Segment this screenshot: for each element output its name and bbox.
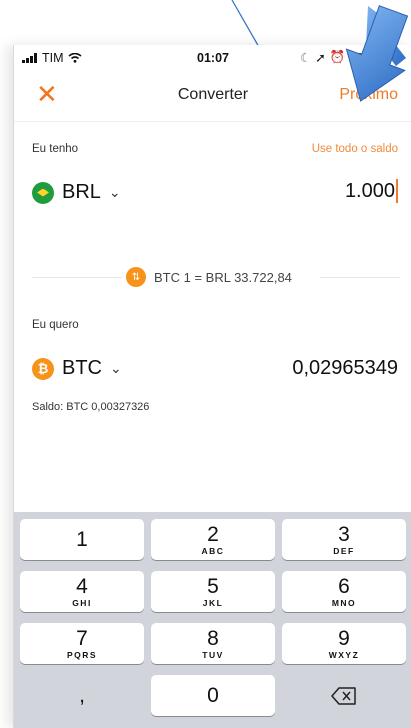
key-4[interactable]: 4 GHI (20, 571, 144, 612)
annotation-arrow-icon (345, 5, 409, 102)
swap-icon[interactable]: ⇅ (126, 267, 146, 287)
to-amount: 0,02965349 (292, 357, 398, 379)
btc-balance: Saldo: BTC 0,00327326 (32, 401, 150, 413)
key-3[interactable]: 3 DEF (282, 519, 406, 560)
use-all-balance-link[interactable]: Use todo o saldo (312, 143, 398, 155)
rate-divider-left (32, 277, 122, 278)
moon-icon: ☾ (300, 51, 312, 65)
key-2[interactable]: 2 ABC (151, 519, 275, 560)
from-amount: 1.000 (344, 179, 395, 202)
backspace-key[interactable] (282, 675, 406, 716)
bitcoin-icon: ₿ (32, 357, 54, 380)
key-0[interactable]: 0 (151, 675, 275, 716)
to-currency-code: BTC (62, 357, 102, 379)
chevron-down-icon: ⌄ (108, 184, 121, 200)
text-cursor (396, 179, 398, 203)
rate-row: ⇅ BTC 1 = BRL 33.722,84 (126, 267, 292, 287)
rate-divider-right (320, 277, 400, 278)
want-label: Eu quero (32, 319, 79, 331)
from-amount-field[interactable]: 1.000 (345, 179, 398, 203)
key-9[interactable]: 9 WXYZ (282, 623, 406, 664)
chevron-down-icon: ⌄ (110, 360, 122, 376)
phone-screen: TIM 01:07 ☾ ➚ ⏰ 10 ✕ Converter Próximo E… (13, 45, 411, 728)
brazil-flag-icon (32, 181, 54, 204)
numeric-keypad: 1 2 ABC 3 DEF 4 GHI 5 JKL 6 MNO 7 PQRS 8… (14, 512, 411, 728)
from-currency-code: BRL (62, 181, 101, 203)
key-comma[interactable]: , (20, 675, 144, 716)
backspace-icon (331, 687, 356, 705)
key-5[interactable]: 5 JKL (151, 571, 275, 612)
key-1[interactable]: 1 (20, 519, 144, 560)
location-icon: ➚ (315, 51, 326, 65)
have-label: Eu tenho (32, 143, 79, 155)
from-currency-selector[interactable]: BRL ⌄ (32, 181, 121, 204)
rate-text: BTC 1 = BRL 33.722,84 (154, 269, 292, 285)
key-8[interactable]: 8 TUV (151, 623, 275, 664)
key-7[interactable]: 7 PQRS (20, 623, 144, 664)
to-currency-selector[interactable]: ₿ BTC ⌄ (32, 357, 122, 380)
key-6[interactable]: 6 MNO (282, 571, 406, 612)
